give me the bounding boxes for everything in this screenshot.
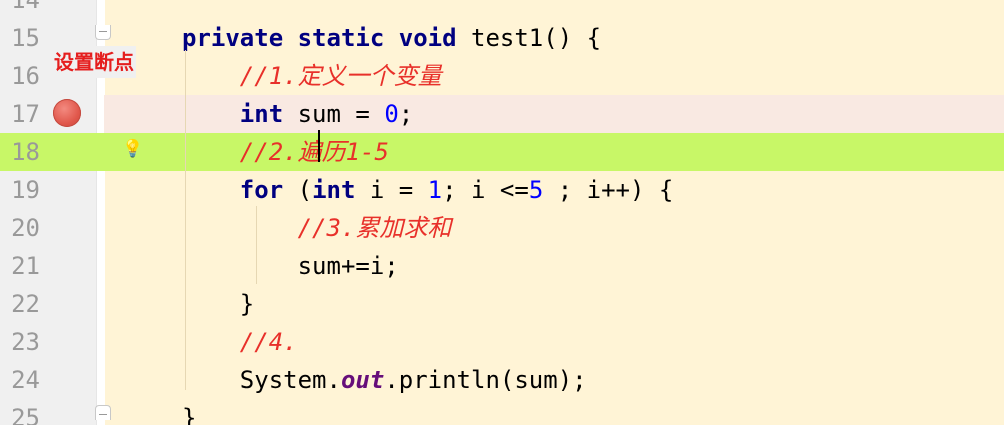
lightbulb-icon[interactable]: 💡 [122, 139, 143, 159]
code-token: ; i++) { [543, 176, 674, 204]
code-line-17[interactable]: 17 int sum = 0; [0, 95, 1004, 133]
line-number: 25 [11, 404, 40, 425]
code-token: sum = [283, 100, 385, 128]
code-line-15[interactable]: 15 private static void test1() { [0, 19, 1004, 57]
line-number: 14 [11, 0, 40, 14]
code-line-23[interactable]: 23 //4. [0, 323, 1004, 361]
line-number: 20 [11, 214, 40, 242]
code-token: out [340, 366, 385, 394]
code-text: //4. [182, 323, 298, 361]
code-editor[interactable]: 14 15 private static void test1() {16 //1.… [0, 0, 1004, 425]
line-number: 15 [11, 24, 40, 52]
code-token: for [239, 176, 284, 204]
code-text: private static void test1() { [182, 19, 601, 57]
code-token: .println(sum); [384, 366, 587, 394]
code-text: for (int i = 1; i <=5 ; i++) { [182, 171, 674, 209]
code-line-16[interactable]: 16 //1.定义一个变量 [0, 57, 1004, 95]
code-text: int sum = 0; [182, 95, 413, 133]
indent-guide [256, 206, 257, 284]
code-text: } [182, 285, 254, 323]
current-line-highlight [0, 133, 1004, 171]
code-token: i = [355, 176, 428, 204]
code-line-21[interactable]: 21 sum+=i; [0, 247, 1004, 285]
code-token: //2.遍历1-5 [182, 138, 389, 166]
code-line-25[interactable]: 25} [0, 399, 1004, 425]
code-token: //4. [182, 328, 298, 356]
line-number: 22 [11, 290, 40, 318]
line-number: 24 [11, 366, 40, 394]
code-token: ; i <= [442, 176, 529, 204]
line-number: 16 [11, 62, 40, 90]
code-text: //3.累加求和 [182, 209, 452, 247]
code-text: //2.遍历1-5 [182, 133, 389, 171]
code-line-14[interactable]: 14 [0, 0, 1004, 19]
line-number: 19 [11, 176, 40, 204]
code-line-22[interactable]: 22 } [0, 285, 1004, 323]
text-caret [318, 130, 320, 162]
code-token: 5 [528, 176, 544, 204]
code-text: System.out.println(sum); [182, 361, 587, 399]
code-token: } [182, 404, 197, 425]
code-token: test1() { [456, 24, 602, 52]
code-token: 1 [427, 176, 443, 204]
code-text: //1.定义一个变量 [182, 57, 442, 95]
code-token: sum+=i; [182, 252, 399, 280]
code-line-18[interactable]: 💡 18 //2.遍历1-5 [0, 133, 1004, 171]
code-token: //3.累加求和 [182, 214, 452, 242]
breakpoint-annotation: 设置断点 [52, 46, 136, 78]
line-number: 23 [11, 328, 40, 356]
code-text: sum+=i; [182, 247, 399, 285]
code-token: ; [398, 100, 414, 128]
code-token: int [312, 176, 356, 204]
line-number: 21 [11, 252, 40, 280]
code-token: 0 [384, 100, 399, 128]
line-number: 18 [11, 138, 40, 166]
code-token: //1.定义一个变量 [182, 62, 442, 90]
code-token: int [239, 100, 284, 128]
code-line-19[interactable]: 19 for (int i = 1; i <=5 ; i++) { [0, 171, 1004, 209]
indent-guide [185, 50, 186, 390]
code-token: System. [182, 366, 341, 394]
breakpoint-icon[interactable] [53, 99, 81, 127]
fold-expand-icon[interactable] [95, 405, 111, 420]
code-line-20[interactable]: 20 //3.累加求和 [0, 209, 1004, 247]
fold-collapse-icon[interactable] [95, 25, 111, 40]
code-token: ( [283, 176, 313, 204]
code-token: } [182, 290, 255, 318]
line-number: 17 [11, 100, 40, 128]
code-line-24[interactable]: 24 System.out.println(sum); [0, 361, 1004, 399]
code-token: private static void [182, 24, 457, 52]
code-text: } [182, 399, 196, 425]
